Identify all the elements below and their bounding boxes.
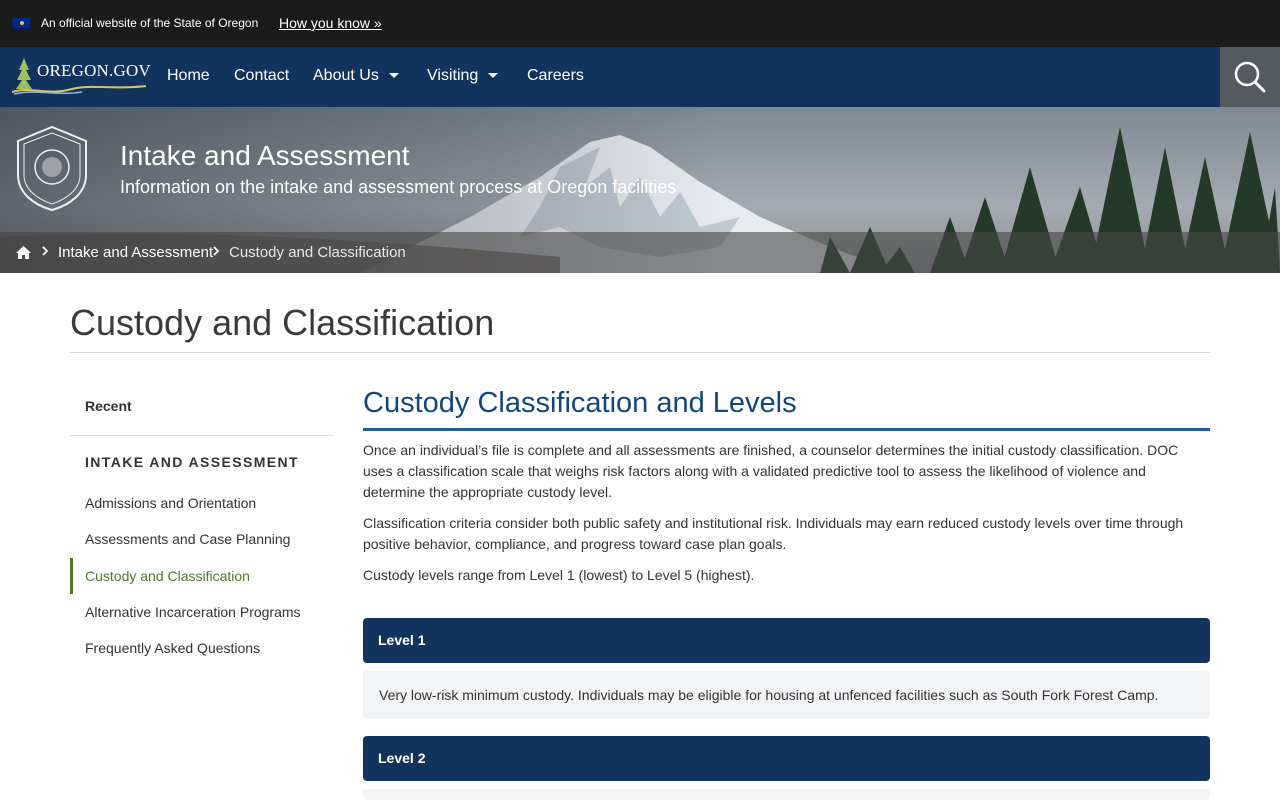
paragraph-levels: Custody levels range from Level 1 (lowes…	[363, 567, 755, 583]
nav-about-us-label: About Us	[313, 67, 379, 84]
accordion-level-2-label: Level 2	[378, 750, 426, 766]
how-you-know-link[interactable]: How you know »	[279, 15, 382, 31]
breadcrumb-intake-link[interactable]: Intake and Assessment	[58, 244, 213, 261]
official-banner: An official website of the State of Oreg…	[0, 0, 1280, 47]
logo-text: OREGON.GOV	[37, 61, 151, 80]
accordion-level-1-panel: Very low-risk minimum custody. Individua…	[363, 671, 1210, 719]
accordion-level-2-panel	[363, 789, 1210, 800]
divider	[70, 352, 1210, 353]
chevron-right-icon	[42, 246, 49, 256]
sidebar-item-alternative-incarceration[interactable]: Alternative Incarceration Programs	[85, 604, 301, 620]
nav-about-us[interactable]: About Us	[313, 67, 399, 85]
oregon-gov-logo[interactable]: OREGON.GOV	[12, 56, 151, 96]
sidebar-heading: INTAKE AND ASSESSMENT	[85, 454, 300, 470]
sidebar-active-indicator	[70, 558, 73, 594]
chevron-down-icon	[488, 73, 499, 79]
official-website-text: An official website of the State of Oreg…	[41, 16, 259, 30]
search-icon	[1234, 61, 1266, 93]
home-icon[interactable]	[15, 245, 32, 260]
section-title: Custody Classification and Levels	[363, 387, 797, 419]
nav-visiting-label: Visiting	[427, 67, 479, 84]
accordion-level-1-label: Level 1	[378, 632, 426, 648]
oregon-department-of-corrections-seal	[17, 125, 87, 211]
nav-contact-label: Contact	[234, 67, 290, 84]
nav-visiting[interactable]: Visiting	[427, 67, 499, 85]
accordion-level-1[interactable]: Level 1	[363, 618, 1210, 663]
sidebar-item-assessments[interactable]: Assessments and Case Planning	[85, 531, 290, 547]
chevron-down-icon	[388, 73, 399, 79]
breadcrumb-current: Custody and Classification	[229, 244, 406, 261]
sidebar-recent-link[interactable]: Recent	[85, 398, 132, 414]
divider	[70, 435, 333, 436]
breadcrumb: Intake and Assessment Custody and Classi…	[0, 232, 1280, 273]
paragraph-criteria: Classification criteria consider both pu…	[363, 515, 1184, 552]
hero-banner: Intake and Assessment Information on the…	[0, 107, 1280, 273]
nav-careers-label: Careers	[527, 67, 584, 84]
nav-home-label: Home	[167, 67, 210, 84]
section-underline	[363, 428, 1210, 431]
hero-subtitle: Information on the intake and assessment…	[120, 177, 677, 197]
nav-home[interactable]: Home	[167, 67, 210, 85]
paragraph-intro: Once an individual’s file is complete an…	[363, 442, 1179, 500]
nav-careers[interactable]: Careers	[527, 67, 584, 85]
main-navigation: OREGON.GOV Home Contact About Us Visitin…	[0, 47, 1280, 107]
hero-title: Intake and Assessment	[120, 140, 410, 171]
nav-contact[interactable]: Contact	[234, 67, 289, 85]
sidebar-item-admissions[interactable]: Admissions and Orientation	[85, 495, 256, 511]
sidebar-item-faq[interactable]: Frequently Asked Questions	[85, 640, 260, 656]
chevron-right-icon	[213, 246, 220, 256]
page-title: Custody and Classification	[70, 302, 495, 343]
accordion-level-1-text: Very low-risk minimum custody. Individua…	[379, 687, 1159, 703]
search-button[interactable]	[1220, 47, 1280, 107]
accordion-level-2[interactable]: Level 2	[363, 736, 1210, 781]
oregon-flag-icon	[12, 17, 31, 29]
sidebar-item-custody[interactable]: Custody and Classification	[85, 568, 250, 584]
